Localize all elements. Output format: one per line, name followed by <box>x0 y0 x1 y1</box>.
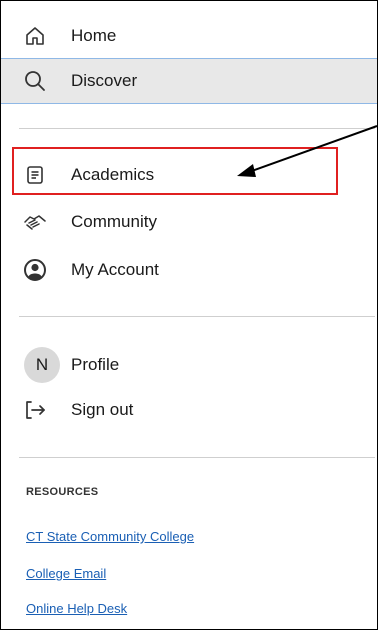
navigation-panel: Home Discover Academics Community My Acc… <box>0 0 378 630</box>
annotation-arrow <box>237 125 377 177</box>
